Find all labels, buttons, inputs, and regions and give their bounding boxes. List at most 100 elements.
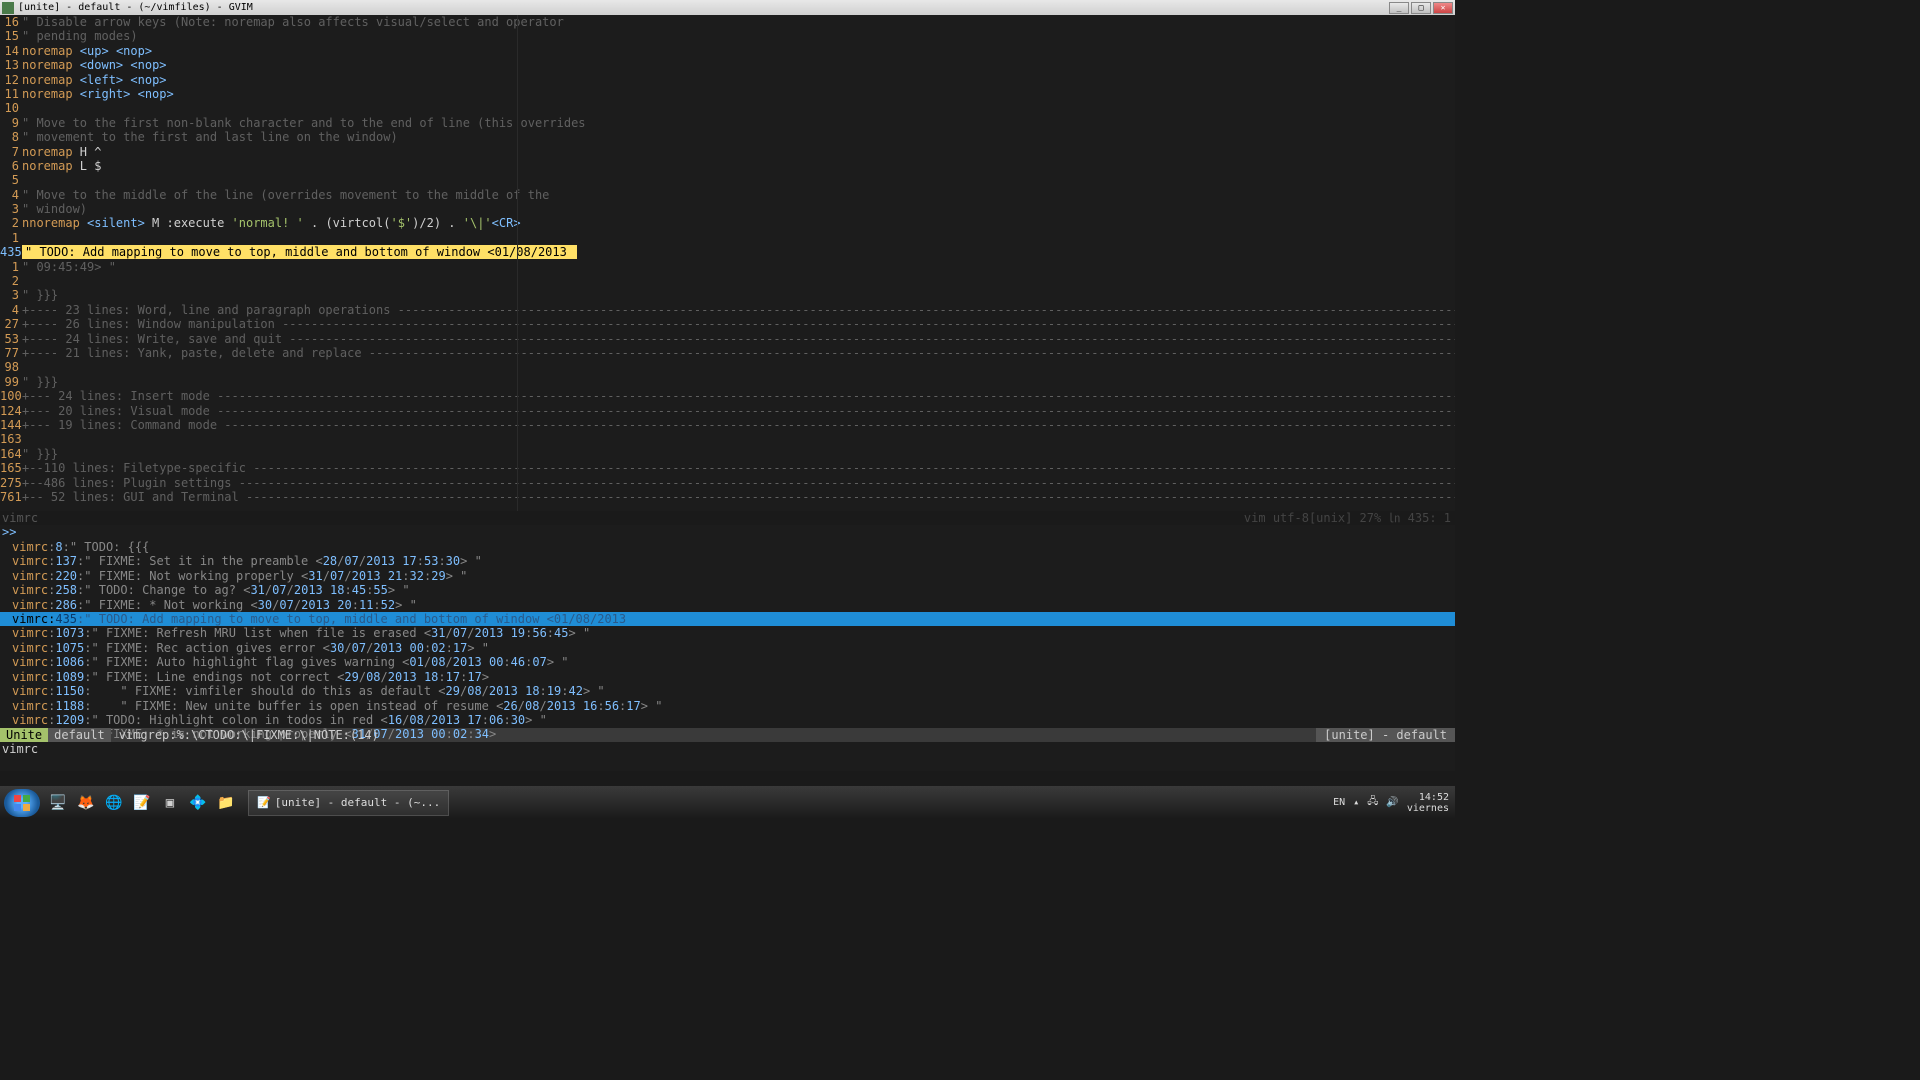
start-button[interactable] bbox=[4, 789, 40, 817]
unite-candidate[interactable]: vimrc:1086:" FIXME: Auto highlight flag … bbox=[0, 655, 1455, 669]
line-content bbox=[22, 274, 1455, 288]
editor-line[interactable]: 4+---- 23 lines: Word, line and paragrap… bbox=[0, 303, 1455, 317]
editor-line[interactable]: 98 bbox=[0, 360, 1455, 374]
editor-line[interactable]: 10 bbox=[0, 101, 1455, 115]
line-number: 6 bbox=[0, 159, 22, 173]
language-indicator[interactable]: EN bbox=[1333, 797, 1345, 808]
unite-source-chip: Unite bbox=[0, 728, 48, 742]
editor-line[interactable]: 9" Move to the first non-blank character… bbox=[0, 116, 1455, 130]
unite-candidate[interactable]: vimrc:1188: " FIXME: New unite buffer is… bbox=[0, 699, 1455, 713]
windows-taskbar: 🖥️ 🦊 🌐 📝 ▣ 💠 📁 📝 [unite] - default - (~.… bbox=[0, 786, 1455, 819]
taskbar-task[interactable]: 📝 [unite] - default - (~... bbox=[248, 790, 449, 816]
line-number: 10 bbox=[0, 101, 22, 115]
editor-line[interactable]: 1" 09:45:49> " bbox=[0, 260, 1455, 274]
color-column bbox=[517, 15, 518, 511]
editor-line[interactable]: 3" }}} bbox=[0, 288, 1455, 302]
editor-line[interactable]: 6noremap L $ bbox=[0, 159, 1455, 173]
unite-candidate[interactable]: vimrc:286:" FIXME: * Not working <30/07/… bbox=[0, 598, 1455, 612]
minimize-button[interactable]: _ bbox=[1389, 2, 1409, 14]
editor-line[interactable]: 27+---- 26 lines: Window manipulation --… bbox=[0, 317, 1455, 331]
line-content: noremap L $ bbox=[22, 159, 1455, 173]
line-content: " TODO: Add mapping to move to top, midd… bbox=[22, 245, 1455, 259]
network-icon[interactable]: 🖧 bbox=[1367, 794, 1378, 811]
unite-candidate[interactable]: vimrc:137:" FIXME: Set it in the preambl… bbox=[0, 554, 1455, 568]
editor-line[interactable]: 5 bbox=[0, 173, 1455, 187]
editor-line[interactable]: 13noremap <down> <nop> bbox=[0, 58, 1455, 72]
line-content: +--- 19 lines: Command mode ------------… bbox=[22, 418, 1455, 432]
clock-time: 14:52 bbox=[1407, 792, 1449, 803]
window-title: [unite] - default - (~/vimfiles) - GVIM bbox=[18, 2, 1389, 13]
editor-line[interactable]: 1 bbox=[0, 231, 1455, 245]
unite-candidate[interactable]: vimrc:8:" TODO: {{{ bbox=[0, 540, 1455, 554]
line-number: 14 bbox=[0, 44, 22, 58]
editor-line[interactable]: 275+--486 lines: Plugin settings -------… bbox=[0, 476, 1455, 490]
editor-line[interactable]: 53+---- 24 lines: Write, save and quit -… bbox=[0, 332, 1455, 346]
line-content: " window) bbox=[22, 202, 1455, 216]
editor-line[interactable]: 3" window) bbox=[0, 202, 1455, 216]
editor-line[interactable]: 100+--- 24 lines: Insert mode ----------… bbox=[0, 389, 1455, 403]
line-content: " Disable arrow keys (Note: noremap also… bbox=[22, 15, 1455, 29]
line-number: 163 bbox=[0, 432, 22, 446]
line-number: 8 bbox=[0, 130, 22, 144]
app-icon bbox=[2, 2, 14, 14]
unite-candidate[interactable]: vimrc:258:" TODO: Change to ag? <31/07/2… bbox=[0, 583, 1455, 597]
line-content: " Move to the middle of the line (overri… bbox=[22, 188, 1455, 202]
volume-icon[interactable]: 🔊 bbox=[1386, 797, 1398, 808]
unite-candidate[interactable]: vimrc:220:" FIXME: Not working properly … bbox=[0, 569, 1455, 583]
command-line[interactable]: vimrc bbox=[0, 742, 1455, 771]
unite-candidate[interactable]: vimrc:1089:" FIXME: Line endings not cor… bbox=[0, 670, 1455, 684]
editor-line[interactable]: 11noremap <right> <nop> bbox=[0, 87, 1455, 101]
editor-line[interactable]: 164" }}} bbox=[0, 447, 1455, 461]
unite-statusline: Unite default vimgrep:%:\CTODO:\|FIXME:\… bbox=[0, 728, 1455, 742]
system-tray[interactable]: EN ▴ 🖧 🔊 14:52 viernes bbox=[1333, 792, 1455, 814]
gvim-icon[interactable]: 📝 bbox=[129, 790, 155, 816]
editor-line[interactable]: 144+--- 19 lines: Command mode ---------… bbox=[0, 418, 1455, 432]
editor-line[interactable]: 16" Disable arrow keys (Note: noremap al… bbox=[0, 15, 1455, 29]
editor-line[interactable]: 761+-- 52 lines: GUI and Terminal ------… bbox=[0, 490, 1455, 504]
editor-line[interactable]: 165+--110 lines: Filetype-specific -----… bbox=[0, 461, 1455, 475]
editor-line[interactable]: 15" pending modes) bbox=[0, 29, 1455, 43]
editor-line[interactable]: 14noremap <up> <nop> bbox=[0, 44, 1455, 58]
unite-candidate-list[interactable]: vimrc:8:" TODO: {{{vimrc:137:" FIXME: Se… bbox=[0, 540, 1455, 728]
terminal-icon[interactable]: ▣ bbox=[157, 790, 183, 816]
close-button[interactable]: ✕ bbox=[1433, 2, 1453, 14]
line-content bbox=[22, 360, 1455, 374]
unite-prompt[interactable]: >> bbox=[0, 525, 1455, 539]
line-content: +-- 52 lines: GUI and Terminal ---------… bbox=[22, 490, 1455, 504]
line-number: 13 bbox=[0, 58, 22, 72]
explorer-icon[interactable]: 🖥️ bbox=[45, 790, 71, 816]
editor-line[interactable]: 99" }}} bbox=[0, 375, 1455, 389]
line-content: noremap <right> <nop> bbox=[22, 87, 1455, 101]
folder-icon[interactable]: 📁 bbox=[213, 790, 239, 816]
editor-line[interactable]: 124+--- 20 lines: Visual mode ----------… bbox=[0, 404, 1455, 418]
line-number: 4 bbox=[0, 303, 22, 317]
editor-line[interactable]: 77+---- 21 lines: Yank, paste, delete an… bbox=[0, 346, 1455, 360]
line-number: 3 bbox=[0, 202, 22, 216]
line-number: 2 bbox=[0, 216, 22, 230]
editor-line[interactable]: 163 bbox=[0, 432, 1455, 446]
editor-line[interactable]: 7noremap H ^ bbox=[0, 145, 1455, 159]
tray-icon-1[interactable]: ▴ bbox=[1353, 797, 1359, 808]
editor-line[interactable]: 435" TODO: Add mapping to move to top, m… bbox=[0, 245, 1455, 259]
editor-line[interactable]: 2 bbox=[0, 274, 1455, 288]
editor-line[interactable]: 12noremap <left> <nop> bbox=[0, 73, 1455, 87]
maximize-button[interactable]: □ bbox=[1411, 2, 1431, 14]
clock[interactable]: 14:52 viernes bbox=[1407, 792, 1449, 814]
line-number: 15 bbox=[0, 29, 22, 43]
unite-candidate[interactable]: vimrc:1209:" TODO: Highlight colon in to… bbox=[0, 713, 1455, 727]
line-number: 3 bbox=[0, 288, 22, 302]
browser-icon[interactable]: 🌐 bbox=[101, 790, 127, 816]
window-titlebar: [unite] - default - (~/vimfiles) - GVIM … bbox=[0, 0, 1455, 15]
firefox-icon[interactable]: 🦊 bbox=[73, 790, 99, 816]
upper-statusline: vimrc vim utf-8[unix] 27% ㏑ 435: 1 bbox=[0, 511, 1455, 525]
line-number: 16 bbox=[0, 15, 22, 29]
editor-line[interactable]: 2nnoremap <silent> M :execute 'normal! '… bbox=[0, 216, 1455, 230]
unite-candidate[interactable]: vimrc:1075:" FIXME: Rec action gives err… bbox=[0, 641, 1455, 655]
unite-candidate[interactable]: vimrc:1150: " FIXME: vimfiler should do … bbox=[0, 684, 1455, 698]
editor-line[interactable]: 4" Move to the middle of the line (overr… bbox=[0, 188, 1455, 202]
editor-line[interactable]: 8" movement to the first and last line o… bbox=[0, 130, 1455, 144]
unite-candidate[interactable]: vimrc:435:" TODO: Add mapping to move to… bbox=[0, 612, 1455, 626]
unite-candidate[interactable]: vimrc:1073:" FIXME: Refresh MRU list whe… bbox=[0, 626, 1455, 640]
app-icon-2[interactable]: 💠 bbox=[185, 790, 211, 816]
editor-pane[interactable]: 16" Disable arrow keys (Note: noremap al… bbox=[0, 15, 1455, 511]
